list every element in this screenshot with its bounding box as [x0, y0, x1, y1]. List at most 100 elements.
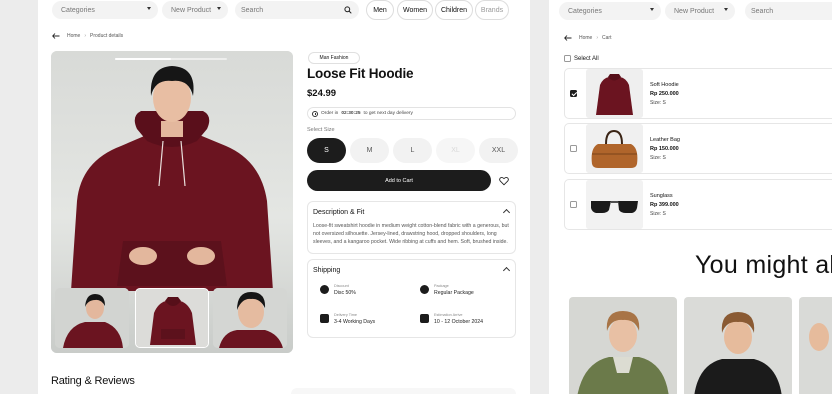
- product-price: $24.99: [307, 88, 337, 99]
- breadcrumb: Home › Cart: [564, 35, 611, 41]
- shipping-delivery-time: Delivery Time 3-4 Working Days: [320, 313, 375, 325]
- shipping-title: Shipping: [313, 267, 341, 274]
- add-to-cart-label: Add to Cart: [385, 177, 413, 184]
- size-option-m[interactable]: M: [350, 138, 389, 163]
- heart-icon[interactable]: [499, 176, 509, 186]
- nav-brands-button[interactable]: Brands: [475, 0, 509, 20]
- new-product-dropdown[interactable]: New Product: [162, 1, 228, 19]
- delivery-prefix: Order in: [321, 111, 339, 116]
- shipping-card: Shipping Discount Disc 50% Package Regular…: [307, 259, 516, 338]
- item-size: Size: S: [650, 155, 666, 161]
- nav-women-button[interactable]: Women: [397, 0, 433, 20]
- select-all[interactable]: Select All: [564, 55, 599, 62]
- description-title: Description & Fit: [313, 209, 365, 216]
- nav-men-button[interactable]: Men: [366, 0, 394, 20]
- shipping-item-value: 3-4 Working Days: [334, 319, 376, 325]
- nav-children-label: Children: [440, 6, 468, 14]
- select-all-checkbox[interactable]: [564, 55, 571, 62]
- categories-dropdown[interactable]: Categories: [52, 1, 158, 19]
- item-checkbox[interactable]: [570, 145, 577, 152]
- item-price: Rp 250.000: [650, 91, 679, 97]
- new-product-dropdown[interactable]: New Product: [665, 2, 735, 20]
- delivery-countdown: Order in 02:30:25 to get next day delive…: [307, 107, 516, 120]
- shipping-item-value: Regular Package: [434, 290, 474, 296]
- thumbnail-3[interactable]: [213, 288, 287, 348]
- delivery-suffix: to get next day delivery: [363, 111, 413, 116]
- shipping-item-label: Discount: [334, 284, 349, 288]
- description-text: Loose-fit sweatshirt hoodie in medium we…: [313, 223, 509, 245]
- truck-icon: [420, 314, 429, 323]
- item-image: [586, 180, 643, 229]
- item-checkbox[interactable]: [570, 201, 577, 208]
- categories-label: Categories: [61, 6, 95, 14]
- search-input[interactable]: Search: [745, 2, 832, 20]
- item-price: Rp 399.000: [650, 202, 679, 208]
- item-size: Size: S: [650, 100, 666, 106]
- categories-dropdown[interactable]: Categories: [559, 2, 661, 20]
- item-name: Soft Hoodie: [650, 82, 679, 88]
- search-placeholder: Search: [241, 6, 264, 14]
- breadcrumb-home[interactable]: Home: [67, 33, 80, 39]
- chevron-down-icon: [147, 7, 151, 10]
- cart-panel: Categories New Product Search Home › Car…: [549, 0, 832, 394]
- nav-brands-label: Brands: [480, 6, 504, 14]
- new-product-label: New Product: [674, 7, 715, 15]
- clock-icon: [312, 110, 318, 117]
- recommendation-card[interactable]: [684, 297, 792, 394]
- recommendation-card[interactable]: [799, 297, 832, 394]
- size-option-l[interactable]: L: [393, 138, 432, 163]
- product-title: Loose Fit Hoodie: [307, 66, 414, 81]
- item-image: [586, 124, 643, 173]
- item-checkbox[interactable]: [570, 90, 577, 97]
- size-option-xxl[interactable]: XXL: [479, 138, 518, 163]
- thumbnail-2[interactable]: [135, 288, 209, 348]
- category-tag: Man Fashion: [308, 52, 360, 64]
- shipping-package: Package Regular Package: [420, 284, 474, 296]
- package-icon: [420, 285, 429, 294]
- thumbnail-1[interactable]: [55, 288, 129, 348]
- item-name: Leather Bag: [650, 137, 680, 143]
- breadcrumb-home[interactable]: Home: [579, 35, 592, 41]
- chevron-down-icon: [217, 7, 221, 10]
- delivery-time: 02:30:25: [341, 111, 361, 116]
- product-main-image: [71, 66, 273, 291]
- product-details-panel: Categories New Product Search Men Women …: [38, 0, 530, 394]
- item-size: Size: S: [650, 211, 666, 217]
- nav-men-label: Men: [373, 6, 387, 14]
- new-product-label: New Product: [171, 6, 212, 14]
- add-to-cart-button[interactable]: Add to Cart: [307, 170, 491, 191]
- shipping-item-label: Estimation Arrive: [434, 313, 463, 317]
- shipping-item-label: Package: [434, 284, 449, 288]
- chevron-down-icon: [724, 8, 728, 11]
- discount-icon: [320, 285, 329, 294]
- category-tag-label: Man Fashion: [319, 55, 349, 61]
- description-card: Description & Fit Loose-fit sweatshirt h…: [307, 201, 516, 254]
- size-option-xl: XL: [436, 138, 475, 163]
- calendar-icon: [320, 314, 329, 323]
- rating-reviews-title: Rating & Reviews: [51, 375, 135, 387]
- cart-item: Sunglass Rp 399.000 Size: S: [564, 179, 832, 230]
- shipping-item-label: Delivery Time: [334, 313, 357, 317]
- cart-item: Soft Hoodie Rp 250.000 Size: S: [564, 68, 832, 119]
- nav-children-button[interactable]: Children: [435, 0, 473, 20]
- categories-label: Categories: [568, 7, 602, 15]
- select-size-label: Select Size: [307, 127, 335, 133]
- item-image: [586, 69, 643, 118]
- chevron-down-icon: [650, 8, 654, 11]
- back-arrow-icon[interactable]: [52, 33, 60, 39]
- back-arrow-icon[interactable]: [564, 35, 572, 41]
- breadcrumb-current: Cart: [602, 35, 612, 41]
- shipping-item-value: Disc 50%: [334, 290, 356, 296]
- breadcrumb: Home › Product details: [52, 33, 123, 39]
- breadcrumb-current: Product details: [90, 33, 124, 39]
- search-placeholder: Search: [751, 7, 774, 15]
- shipping-discount: Discount Disc 50%: [320, 284, 356, 296]
- size-option-s[interactable]: S: [307, 138, 346, 163]
- search-input[interactable]: Search: [235, 1, 359, 19]
- chevron-up-icon[interactable]: [502, 266, 511, 275]
- recommendation-card[interactable]: [569, 297, 677, 394]
- shipping-item-value: 10 - 12 October 2024: [434, 319, 484, 325]
- cart-item: Leather Bag Rp 150.000 Size: S: [564, 123, 832, 174]
- search-icon: [344, 6, 352, 14]
- chevron-up-icon[interactable]: [502, 208, 511, 217]
